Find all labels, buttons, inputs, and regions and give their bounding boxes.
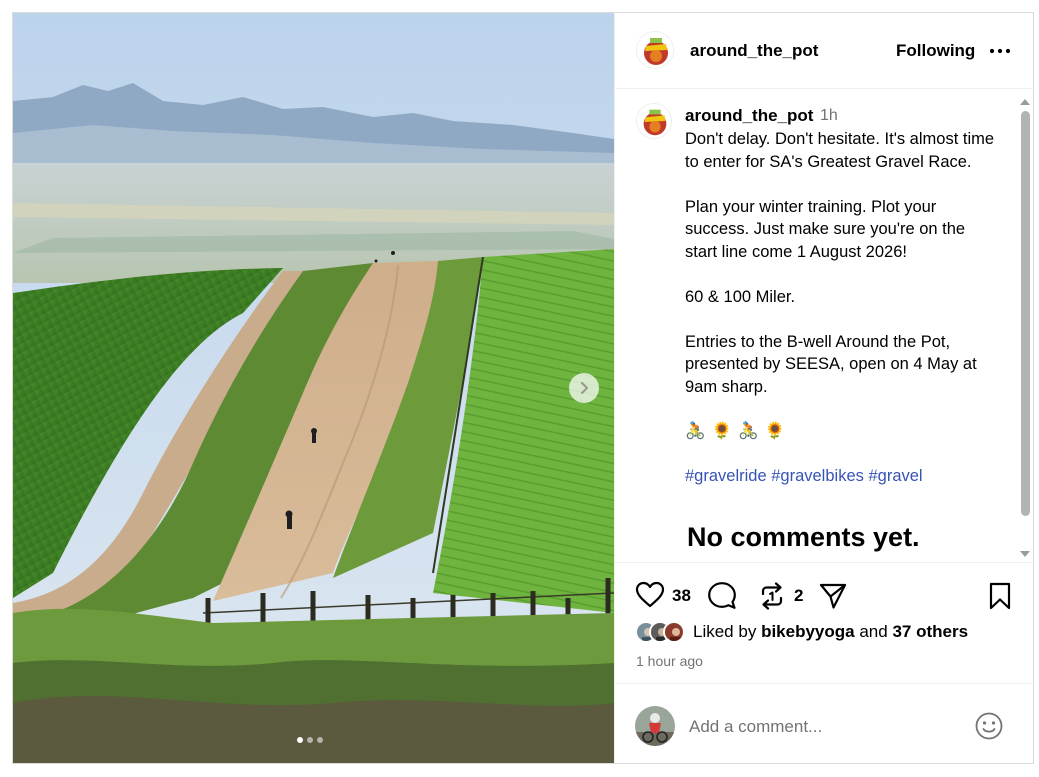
post-header: around_the_pot Following xyxy=(615,13,1033,89)
comment-icon xyxy=(708,582,736,609)
carousel-dots xyxy=(297,737,323,743)
caption-text: Don't delay. Don't hesitate. It's almost… xyxy=(685,128,995,488)
current-user-avatar[interactable] xyxy=(635,706,675,746)
scroll-up-arrow[interactable] xyxy=(1019,95,1031,107)
triangle-up-icon xyxy=(1020,99,1030,105)
profile-photo-icon xyxy=(665,623,683,641)
hashtag-link[interactable]: #gravel xyxy=(868,467,922,485)
sunflower-emoji: 🌻 xyxy=(711,422,733,441)
caption-paragraph: Don't delay. Don't hesitate. It's almost… xyxy=(685,130,995,171)
caption-emojis: 🚴 🌻 🚴 🌻 xyxy=(685,421,995,443)
repost-button[interactable] xyxy=(757,581,787,616)
liked-by-row: Liked by bikebyyoga and 37 others xyxy=(635,620,968,644)
send-icon xyxy=(819,583,847,609)
caption-avatar[interactable] xyxy=(636,103,672,139)
caption-time: 1h xyxy=(820,107,838,124)
post-timestamp[interactable]: 1 hour ago xyxy=(636,653,703,669)
cyclist-emoji: 🚴 xyxy=(738,422,759,441)
repost-icon xyxy=(761,582,783,610)
caption-paragraph: Entries to the B-well Around the Pot, pr… xyxy=(685,332,977,396)
more-options-button[interactable] xyxy=(988,39,1012,63)
hashtag-link[interactable]: #gravelride xyxy=(685,467,767,485)
scroll-down-arrow[interactable] xyxy=(1019,547,1031,559)
sunflower-emoji: 🌻 xyxy=(764,422,786,441)
caption-scroll-area[interactable]: around_the_pot 1h Don't delay. Don't hes… xyxy=(615,90,1033,562)
caption-username[interactable]: around_the_pot xyxy=(685,106,813,126)
liker-avatar[interactable] xyxy=(663,621,685,643)
carousel-dot[interactable] xyxy=(317,737,323,743)
liked-by-others-link[interactable]: 37 others xyxy=(892,622,968,641)
emoji-picker-button[interactable] xyxy=(974,711,1004,741)
like-count[interactable]: 38 xyxy=(672,586,691,606)
like-button[interactable] xyxy=(635,581,665,614)
caption-hashtags: #gravelride #gravelbikes #gravel xyxy=(685,465,995,488)
triangle-down-icon xyxy=(1020,551,1030,557)
liked-by-text: Liked by bikebyyoga and 37 others xyxy=(693,622,968,642)
comment-bar xyxy=(615,683,1033,763)
repost-count[interactable]: 2 xyxy=(794,586,803,606)
liked-by-user-link[interactable]: bikebyyoga xyxy=(761,622,855,641)
save-button[interactable] xyxy=(986,581,1014,616)
chevron-right-icon xyxy=(580,381,589,395)
bookmark-icon xyxy=(989,582,1011,610)
no-comments-message: No comments yet. xyxy=(687,522,920,552)
cyclist-emoji: 🚴 xyxy=(685,422,706,441)
add-comment-input[interactable] xyxy=(689,714,959,740)
carousel-dot[interactable] xyxy=(307,737,313,743)
smiley-icon xyxy=(975,712,1003,740)
gravel-road-photo xyxy=(13,13,614,763)
profile-photo-icon xyxy=(635,706,675,746)
comment-button[interactable] xyxy=(707,581,737,616)
liked-by-prefix: Liked by xyxy=(693,622,757,641)
account-avatar[interactable] xyxy=(636,31,674,69)
header-username[interactable]: around_the_pot xyxy=(690,41,818,61)
around-the-pot-logo xyxy=(637,104,671,138)
around-the-pot-logo xyxy=(637,32,673,68)
action-bar: 38 2 Liked by bikebyyoga and 37 others 1… xyxy=(615,562,1033,682)
liked-by-connector: and xyxy=(859,622,888,641)
post-media[interactable] xyxy=(13,13,614,763)
post-side-panel: around_the_pot Following around_the_pot … xyxy=(614,13,1033,763)
carousel-dot[interactable] xyxy=(297,737,303,743)
scrollbar[interactable] xyxy=(1019,95,1031,559)
following-button[interactable]: Following xyxy=(896,41,975,61)
hashtag-link[interactable]: #gravelbikes xyxy=(771,467,864,485)
post-dialog: around_the_pot Following around_the_pot … xyxy=(12,12,1034,764)
more-horizontal-icon xyxy=(989,48,1011,54)
heart-icon xyxy=(635,581,665,608)
caption-paragraph: 60 & 100 Miler. xyxy=(685,287,796,306)
scroll-thumb[interactable] xyxy=(1021,111,1030,516)
next-image-button[interactable] xyxy=(569,373,599,403)
caption-paragraph: Plan your winter training. Plot your suc… xyxy=(685,197,966,261)
share-button[interactable] xyxy=(818,581,848,616)
